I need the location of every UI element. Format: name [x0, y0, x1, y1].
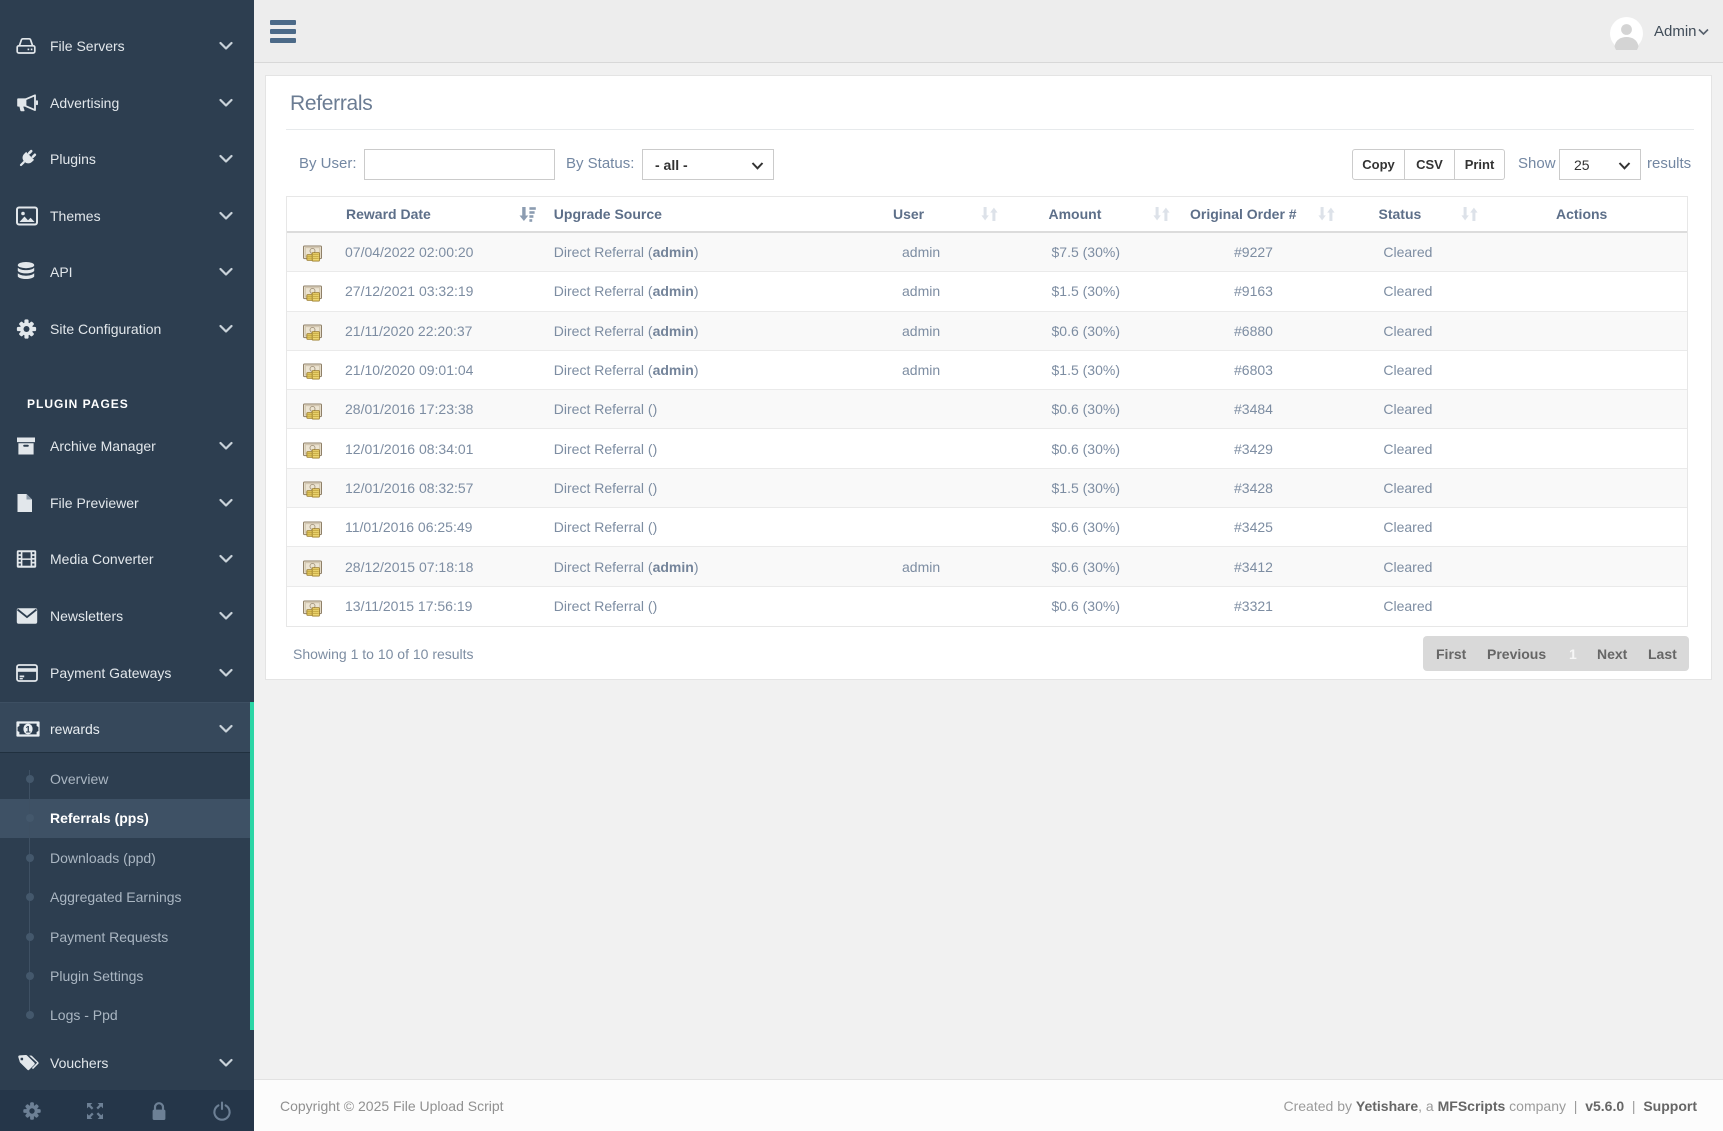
svg-text:1: 1	[25, 724, 31, 735]
